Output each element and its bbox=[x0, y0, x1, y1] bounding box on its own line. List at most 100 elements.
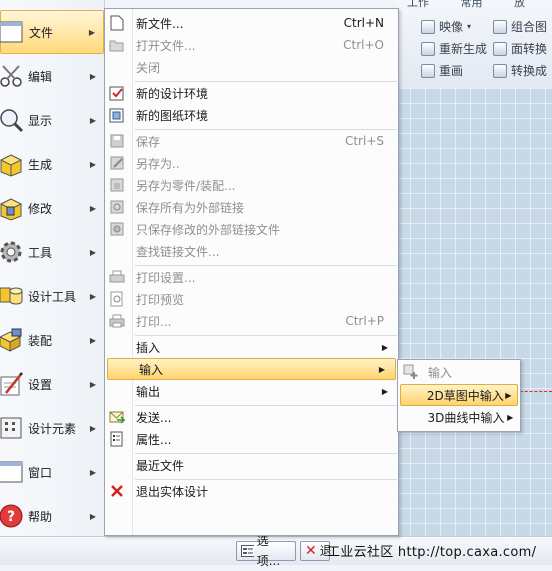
options-button-label: 选项... bbox=[256, 534, 281, 568]
category-tools[interactable]: 工具 ▶ bbox=[0, 230, 104, 274]
menu-item-new-drawing-environment[interactable]: 新的图纸环境 bbox=[105, 104, 398, 126]
chevron-right-icon: ▶ bbox=[89, 335, 97, 345]
menu-item-save-as-part[interactable]: 另存为零件/装配... bbox=[105, 174, 398, 196]
category-label: 文件 bbox=[29, 25, 54, 40]
watermark-text: 工业云社区 http://top.caxa.com/ bbox=[327, 545, 537, 560]
menu-item-icon-placeholder bbox=[111, 360, 129, 378]
submenu-item-import-2d-sketch[interactable]: 2D草图中输入 ▶ bbox=[400, 384, 518, 406]
menu-item-insert[interactable]: 插入 ▶ bbox=[105, 336, 398, 358]
menu-item-close[interactable]: 关闭 bbox=[105, 56, 398, 78]
category-settings[interactable]: 设置 ▶ bbox=[0, 362, 104, 406]
settings-icon bbox=[0, 370, 24, 398]
menu-item-label: 查找链接文件... bbox=[136, 244, 220, 259]
application-menu-categories: 文件 ▶ 编辑 ▶ 显示 ▶ 生成 ▶ 修改 ▶ 工具 ▶ 设计工具 ▶ 装配 … bbox=[0, 0, 105, 536]
menu-item-print-setup[interactable]: 打印设置... bbox=[105, 266, 398, 288]
menu-item-new-design-environment[interactable]: 新的设计环境 bbox=[105, 82, 398, 104]
exit-button[interactable]: ✕ 退 bbox=[300, 541, 332, 561]
chevron-right-icon: ▶ bbox=[381, 386, 389, 396]
print-setup-icon bbox=[108, 268, 126, 286]
menu-item-send[interactable]: 发送... bbox=[105, 406, 398, 428]
ribbon-button-label: 组合图 bbox=[511, 20, 548, 34]
magnifier-icon bbox=[0, 106, 24, 134]
category-label: 设置 bbox=[28, 377, 53, 392]
category-label: 显示 bbox=[28, 113, 53, 128]
menu-item-icon-placeholder bbox=[108, 58, 126, 76]
category-display[interactable]: 显示 ▶ bbox=[0, 98, 104, 142]
face-convert-icon bbox=[493, 41, 507, 56]
ribbon-tab[interactable]: 工作 bbox=[407, 0, 429, 9]
ribbon-button-label: 重画 bbox=[439, 64, 464, 78]
ribbon-tab[interactable]: 常用 bbox=[461, 0, 483, 9]
menu-item-new-file[interactable]: 新文件... Ctrl+N bbox=[105, 12, 398, 34]
options-button[interactable]: 选项... bbox=[236, 534, 296, 568]
menu-item-label: 打印设置... bbox=[136, 270, 196, 285]
ribbon-button-regenerate[interactable]: 重新生成 bbox=[421, 40, 487, 57]
menu-item-label: 插入 bbox=[136, 340, 161, 355]
menu-item-recent-files[interactable]: 最近文件 bbox=[105, 454, 398, 476]
menu-item-properties[interactable]: 属性... bbox=[105, 428, 398, 450]
menu-item-save-modified-external-links[interactable]: 只保存修改的外部链接文件 bbox=[105, 218, 398, 240]
menu-item-icon-placeholder bbox=[108, 456, 126, 474]
category-modify[interactable]: 修改 ▶ bbox=[0, 186, 104, 230]
ribbon-button-label: 重新生成 bbox=[439, 42, 488, 56]
ribbon-button-convert[interactable]: 转换成 bbox=[493, 62, 547, 79]
menu-item-save-as[interactable]: 另存为.. bbox=[105, 152, 398, 174]
category-design-elements[interactable]: 设计元素 ▶ bbox=[0, 406, 104, 450]
ribbon-button-face-convert[interactable]: 面转换 bbox=[493, 40, 547, 57]
design-viewport-grid[interactable] bbox=[395, 88, 552, 536]
menu-item-print[interactable]: 打印... Ctrl+P bbox=[105, 310, 398, 332]
submenu-item-import[interactable]: 输入 bbox=[398, 361, 520, 383]
menu-item-save-all-external-links[interactable]: 保存所有为外部链接 bbox=[105, 196, 398, 218]
assembly-icon bbox=[0, 326, 24, 354]
new-design-env-icon bbox=[108, 84, 126, 102]
category-label: 生成 bbox=[28, 157, 53, 172]
category-window[interactable]: 窗口 ▶ bbox=[0, 450, 104, 494]
category-file[interactable]: 文件 ▶ bbox=[0, 10, 104, 54]
ribbon-button-redraw[interactable]: 重画 bbox=[421, 62, 463, 79]
save-as-icon bbox=[108, 154, 126, 172]
category-generate[interactable]: 生成 ▶ bbox=[0, 142, 104, 186]
menu-item-label: 输入 bbox=[139, 362, 164, 377]
menu-item-export[interactable]: 输出 ▶ bbox=[105, 380, 398, 402]
menu-item-exit-solid-design[interactable]: 退出实体设计 bbox=[105, 480, 398, 502]
design-elements-icon bbox=[0, 414, 24, 442]
menu-item-find-linked-files[interactable]: 查找链接文件... bbox=[105, 240, 398, 262]
category-design-tools[interactable]: 设计工具 ▶ bbox=[0, 274, 104, 318]
chevron-right-icon: ▶ bbox=[89, 511, 97, 521]
category-edit[interactable]: 编辑 ▶ bbox=[0, 54, 104, 98]
ribbon-button-mirror[interactable]: 映像 ▾ bbox=[421, 18, 471, 35]
combine-icon bbox=[493, 19, 507, 34]
menu-item-open-file[interactable]: 打开文件... Ctrl+O bbox=[105, 34, 398, 56]
category-assembly[interactable]: 装配 ▶ bbox=[0, 318, 104, 362]
options-icon bbox=[241, 545, 254, 557]
chevron-right-icon: ▶ bbox=[89, 159, 97, 169]
menu-item-label: 只保存修改的外部链接文件 bbox=[136, 222, 281, 237]
chevron-right-icon: ▶ bbox=[89, 71, 97, 81]
gear-icon bbox=[0, 238, 24, 266]
submenu-item-import-3d-curve[interactable]: 3D曲线中输入 ▶ bbox=[398, 406, 520, 428]
menu-item-label: 输出 bbox=[136, 384, 161, 399]
category-label: 窗口 bbox=[28, 465, 53, 480]
generate-icon bbox=[0, 150, 24, 178]
exit-x-icon: ✕ bbox=[305, 543, 317, 559]
ribbon-tab[interactable]: 放 bbox=[514, 0, 525, 9]
save-as-part-icon bbox=[108, 176, 126, 194]
menu-item-import[interactable]: 输入 ▶ bbox=[107, 358, 396, 380]
chevron-right-icon: ▶ bbox=[89, 115, 97, 125]
save-modified-links-icon bbox=[108, 220, 126, 238]
chevron-right-icon: ▶ bbox=[378, 364, 386, 374]
redraw-icon bbox=[421, 63, 435, 78]
file-menu: 新文件... Ctrl+N 打开文件... Ctrl+O 关闭 新的设计环境 新… bbox=[104, 8, 399, 536]
send-mail-icon bbox=[108, 408, 126, 426]
menu-item-shortcut: Ctrl+S bbox=[344, 134, 384, 148]
print-preview-icon bbox=[108, 290, 126, 308]
ribbon-button-combine[interactable]: 组合图 bbox=[493, 18, 547, 35]
menu-item-label: 打印预览 bbox=[136, 292, 185, 307]
category-label: 设计元素 bbox=[28, 421, 77, 436]
print-icon bbox=[108, 312, 126, 330]
category-help[interactable]: ? 帮助 ▶ bbox=[0, 494, 104, 538]
menu-item-label: 属性... bbox=[136, 432, 172, 447]
menu-item-print-preview[interactable]: 打印预览 bbox=[105, 288, 398, 310]
menu-item-save[interactable]: 保存 Ctrl+S bbox=[105, 130, 398, 152]
category-label: 修改 bbox=[28, 201, 53, 216]
